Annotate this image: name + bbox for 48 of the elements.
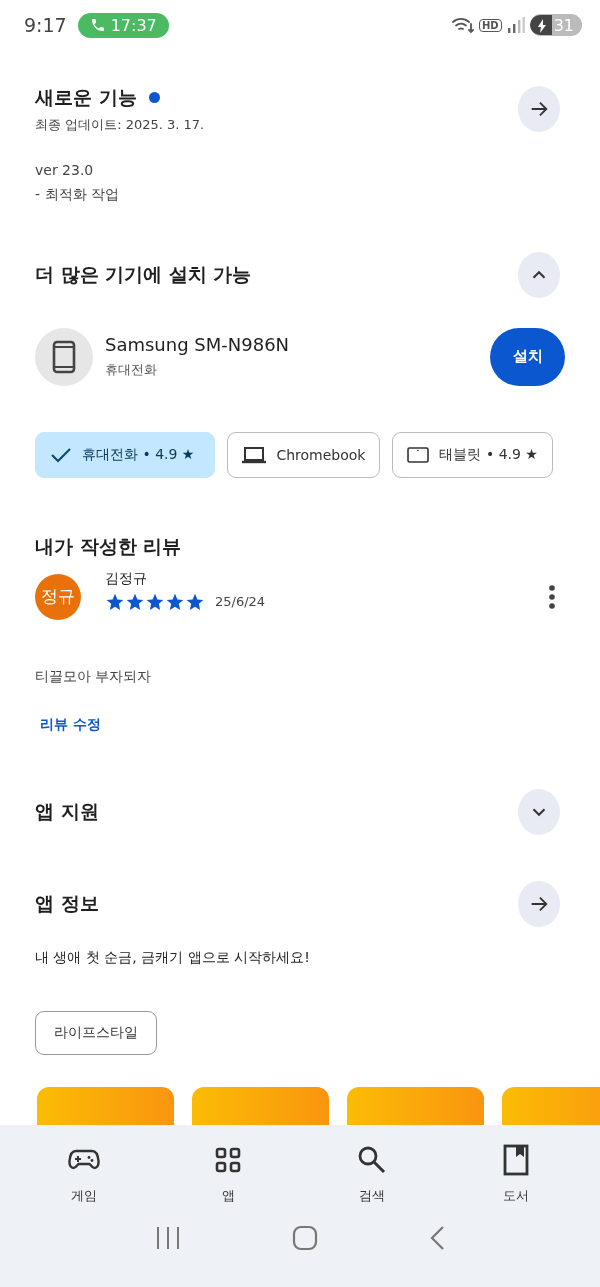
recent-apps-icon[interactable] xyxy=(155,1226,182,1250)
device-chip[interactable]: Chromebook xyxy=(227,431,381,478)
phone-icon xyxy=(52,339,76,374)
category-chip[interactable]: 라이프스타일 xyxy=(35,1010,157,1055)
book-icon xyxy=(503,1144,529,1176)
home-icon[interactable] xyxy=(292,1225,318,1251)
status-time: 9:17 xyxy=(24,14,67,37)
app-card[interactable] xyxy=(192,1086,329,1125)
check-icon xyxy=(50,445,72,464)
wifi-icon xyxy=(451,16,474,35)
signal-icon xyxy=(506,17,525,34)
section-title: 앱 지원 xyxy=(35,798,99,824)
grid-icon xyxy=(215,1147,241,1173)
app-card[interactable] xyxy=(347,1086,484,1125)
review-text: 티끌모아 부자되자 xyxy=(34,667,153,686)
review-author: 김정규 xyxy=(105,569,148,588)
install-button[interactable]: 설치 xyxy=(490,327,565,386)
arrow-button[interactable] xyxy=(518,880,560,927)
nav-tab[interactable]: 게임 xyxy=(39,1143,129,1205)
nav-tab[interactable]: 도서 xyxy=(471,1143,561,1205)
arrow-button[interactable] xyxy=(518,86,560,133)
section-title: 새로운 기능 xyxy=(35,84,137,110)
search-icon xyxy=(357,1145,387,1175)
battery-indicator: 31 xyxy=(529,14,582,37)
review-date: 25/6/24 xyxy=(215,594,266,610)
laptop-icon xyxy=(242,445,267,464)
hd-voice-badge: HD xyxy=(478,18,502,32)
device-type: 휴대전화 xyxy=(105,361,158,380)
device-chip[interactable]: 태블릿 • 4.9 ★ xyxy=(392,431,553,478)
app-description: 내 생애 첫 순금, 금캐기 앱으로 시작하세요! xyxy=(34,948,311,967)
section-title: 앱 정보 xyxy=(35,890,99,916)
section-title: 내가 작성한 리뷰 xyxy=(35,533,182,559)
section-title: 더 많은 기기에 설치 가능 xyxy=(35,261,252,287)
gamepad-icon xyxy=(68,1148,100,1172)
nav-tab[interactable]: 검색 xyxy=(327,1143,417,1205)
nav-tab[interactable]: 앱 xyxy=(183,1143,273,1205)
avatar: 정규 xyxy=(35,573,81,620)
edit-review-link[interactable]: 리뷰 수정 xyxy=(40,715,101,734)
back-icon[interactable] xyxy=(428,1225,445,1251)
device-chip[interactable]: 휴대전화 • 4.9 ★ xyxy=(35,431,216,478)
more-vertical-icon xyxy=(548,583,556,610)
device-name: Samsung SM-N986N xyxy=(105,334,291,356)
phone-icon xyxy=(89,17,106,34)
release-note: - 최적화 작업 xyxy=(35,184,120,204)
app-card[interactable] xyxy=(37,1086,174,1125)
update-date: 최종 업데이트: 2025. 3. 17. xyxy=(35,115,205,134)
release-note: ver 23.0 xyxy=(35,160,95,180)
tablet-icon xyxy=(407,446,430,463)
